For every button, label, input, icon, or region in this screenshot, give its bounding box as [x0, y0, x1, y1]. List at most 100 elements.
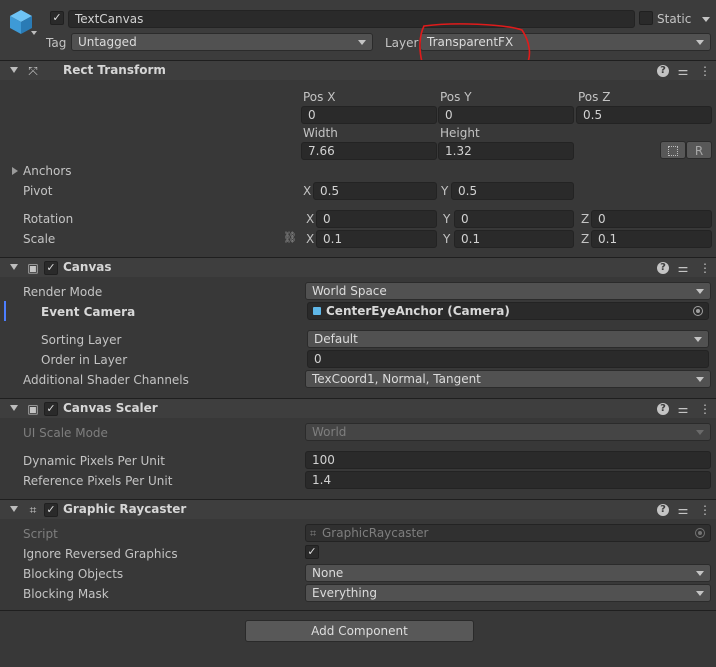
render-mode-dropdown[interactable]: World Space — [305, 282, 711, 300]
rot-y-field[interactable]: 0 — [454, 210, 574, 228]
sliders-icon[interactable]: ⚌ — [676, 261, 690, 275]
sliders-icon[interactable]: ⚌ — [676, 64, 690, 78]
height-field[interactable]: 1.32 — [438, 142, 574, 160]
link-icon[interactable]: ⛓ — [283, 232, 297, 244]
dynamic-ppu-label: Dynamic Pixels Per Unit — [23, 454, 165, 468]
help-icon[interactable]: ? — [657, 504, 669, 516]
raw-edit-button[interactable]: R — [686, 141, 712, 159]
height-label: Height — [440, 126, 480, 140]
foldout-arrow-icon[interactable] — [10, 264, 18, 270]
dynamic-ppu-field[interactable]: 100 — [305, 451, 711, 469]
scale-y-field[interactable]: 0.1 — [454, 230, 574, 248]
rot-z-field[interactable]: 0 — [591, 210, 712, 228]
rot-x-label: X — [306, 212, 315, 226]
more-icon[interactable]: ⋮ — [698, 261, 712, 275]
event-camera-field[interactable]: CenterEyeAnchor (Camera) — [307, 302, 709, 320]
tag-label: Tag — [46, 36, 67, 50]
canvas-scaler-title: Canvas Scaler — [63, 401, 158, 415]
chevron-down-icon — [694, 337, 702, 342]
event-camera-label: Event Camera — [41, 305, 136, 319]
pos-z-label: Pos Z — [578, 90, 611, 104]
pos-y-field[interactable]: 0 — [438, 106, 574, 124]
scale-x-label: X — [306, 232, 315, 246]
event-camera-indicator — [4, 301, 6, 321]
ui-scale-mode-label: UI Scale Mode — [23, 426, 108, 440]
order-in-layer-field[interactable]: 0 — [307, 350, 709, 368]
shader-channels-dropdown[interactable]: TexCoord1, Normal, Tangent — [305, 370, 711, 388]
foldout-arrow-icon[interactable] — [10, 506, 18, 512]
canvas-icon: ▣ — [27, 402, 39, 416]
help-icon[interactable]: ? — [657, 65, 669, 77]
width-label: Width — [303, 126, 338, 140]
render-mode-label: Render Mode — [23, 285, 103, 299]
chevron-down-icon[interactable] — [31, 31, 37, 35]
canvas-header[interactable]: ▣ ✓ Canvas ? ⚌ ⋮ — [0, 257, 716, 277]
sliders-icon[interactable]: ⚌ — [676, 402, 690, 416]
help-icon[interactable]: ? — [657, 262, 669, 274]
blocking-objects-label: Blocking Objects — [23, 567, 124, 581]
gameobject-name-field[interactable]: TextCanvas — [68, 10, 635, 28]
blocking-objects-value: None — [312, 566, 344, 580]
blueprint-mode-button[interactable] — [660, 141, 686, 159]
section-divider — [0, 610, 716, 611]
sliders-icon[interactable]: ⚌ — [676, 503, 690, 517]
canvas-scaler-header[interactable]: ▣ ✓ Canvas Scaler ? ⚌ ⋮ — [0, 398, 716, 418]
blocking-mask-dropdown[interactable]: Everything — [305, 584, 711, 602]
chevron-down-icon — [696, 430, 704, 435]
graphic-raycaster-enabled-checkbox[interactable]: ✓ — [44, 503, 58, 517]
pivot-y-field[interactable]: 0.5 — [451, 182, 574, 200]
target-icon[interactable] — [693, 306, 703, 316]
pos-z-field[interactable]: 0.5 — [576, 106, 712, 124]
script-icon: ⌗ — [29, 503, 37, 517]
gameobject-active-checkbox[interactable]: ✓ — [50, 11, 64, 25]
anchors-foldout-arrow-icon[interactable] — [12, 167, 18, 175]
anchors-label[interactable]: Anchors — [23, 163, 72, 179]
canvas-enabled-checkbox[interactable]: ✓ — [44, 261, 58, 275]
reference-ppu-field[interactable]: 1.4 — [305, 471, 711, 489]
more-icon[interactable]: ⋮ — [698, 64, 712, 78]
foldout-arrow-icon[interactable] — [10, 67, 18, 73]
tag-value: Untagged — [78, 35, 137, 49]
rot-z-label: Z — [581, 212, 590, 226]
script-icon: ⌗ — [310, 527, 317, 540]
pivot-x-field[interactable]: 0.5 — [313, 182, 437, 200]
blocking-objects-dropdown[interactable]: None — [305, 564, 711, 582]
move-arrows-icon: ⤧ — [28, 64, 38, 78]
static-dropdown-chevron-icon[interactable] — [702, 17, 710, 22]
pos-x-field[interactable]: 0 — [301, 106, 437, 124]
script-field: ⌗ GraphicRaycaster — [305, 524, 711, 542]
rot-x-field[interactable]: 0 — [316, 210, 437, 228]
canvas-title: Canvas — [63, 260, 112, 274]
pivot-x-label: X — [303, 184, 312, 198]
static-checkbox[interactable] — [639, 11, 653, 25]
event-camera-value: CenterEyeAnchor (Camera) — [326, 304, 510, 318]
ignore-reversed-checkbox[interactable]: ✓ — [305, 545, 319, 559]
add-component-button[interactable]: Add Component — [245, 620, 474, 642]
render-mode-value: World Space — [312, 284, 387, 298]
canvas-scaler-enabled-checkbox[interactable]: ✓ — [44, 402, 58, 416]
width-field[interactable]: 7.66 — [301, 142, 437, 160]
sorting-layer-value: Default — [314, 332, 358, 346]
tag-dropdown[interactable]: Untagged — [71, 33, 373, 51]
reference-ppu-label: Reference Pixels Per Unit — [23, 474, 173, 488]
pos-y-label: Pos Y — [440, 90, 472, 104]
camera-icon — [313, 307, 321, 315]
foldout-arrow-icon[interactable] — [10, 405, 18, 411]
static-label: Static — [657, 12, 692, 26]
blueprint-icon — [668, 146, 678, 156]
more-icon[interactable]: ⋮ — [698, 503, 712, 517]
more-icon[interactable]: ⋮ — [698, 402, 712, 416]
graphic-raycaster-header[interactable]: ⌗ ✓ Graphic Raycaster ? ⚌ ⋮ — [0, 499, 716, 519]
rect-transform-header[interactable]: ⤧ Rect Transform ? ⚌ ⋮ — [0, 60, 716, 80]
target-icon — [695, 528, 705, 538]
graphic-raycaster-title: Graphic Raycaster — [63, 502, 187, 516]
pivot-label: Pivot — [23, 184, 53, 198]
scale-x-field[interactable]: 0.1 — [316, 230, 437, 248]
scale-z-field[interactable]: 0.1 — [591, 230, 712, 248]
canvas-icon: ▣ — [27, 261, 39, 275]
rect-transform-title: Rect Transform — [63, 63, 166, 77]
chevron-down-icon — [696, 40, 704, 45]
sorting-layer-dropdown[interactable]: Default — [307, 330, 709, 348]
help-icon[interactable]: ? — [657, 403, 669, 415]
chevron-down-icon — [358, 40, 366, 45]
